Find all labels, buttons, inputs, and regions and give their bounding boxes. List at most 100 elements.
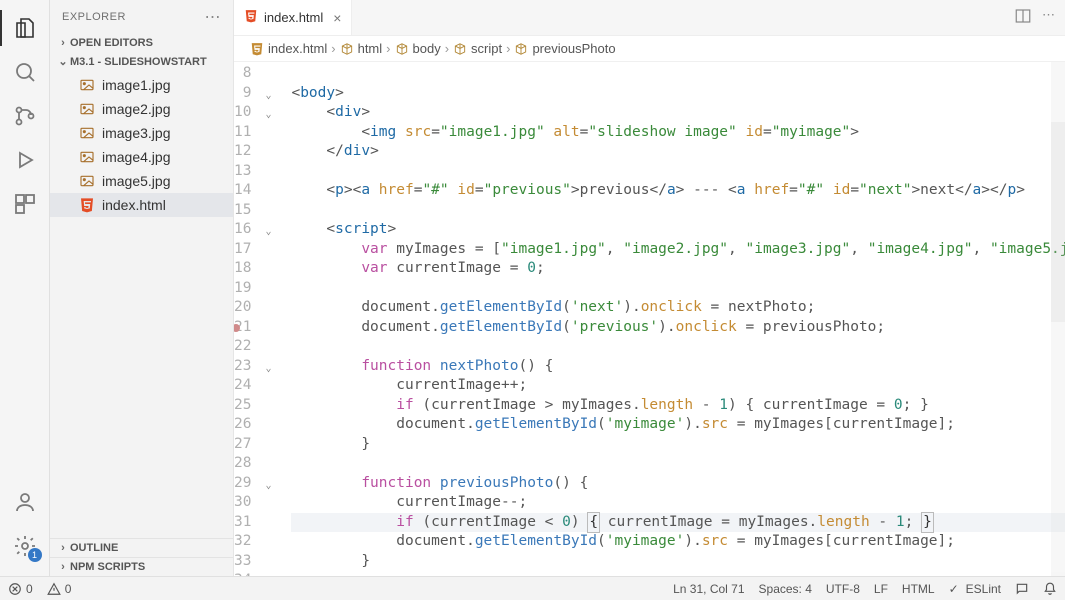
breadcrumb-item[interactable]: index.html	[250, 41, 327, 56]
code-line[interactable]: document.getElementById('previous').oncl…	[291, 318, 1065, 338]
code-line[interactable]: <script>	[291, 220, 1065, 240]
chevron-right-icon: ›	[56, 542, 70, 554]
status-bell-icon[interactable]	[1043, 582, 1057, 596]
source-control-icon[interactable]	[0, 94, 50, 138]
breadcrumb-item[interactable]: previousPhoto	[514, 41, 615, 56]
image-file-icon	[78, 124, 96, 142]
code-line[interactable]: }	[291, 435, 1065, 455]
accounts-icon[interactable]	[0, 480, 50, 524]
breadcrumb-item[interactable]: body	[395, 41, 441, 56]
code-line[interactable]: <body>	[291, 84, 1065, 104]
code-line[interactable]: currentImage++;	[291, 376, 1065, 396]
file-label: image3.jpg	[102, 125, 171, 141]
tab-bar: index.html × ⋯	[234, 0, 1065, 36]
status-indentation[interactable]: Spaces: 4	[759, 582, 812, 596]
code-editor[interactable]: 89⌄10⌄111213141516⌄17181920212223⌄242526…	[234, 62, 1065, 576]
minimap[interactable]	[1051, 62, 1065, 576]
run-debug-icon[interactable]	[0, 138, 50, 182]
symbol-icon	[514, 42, 528, 56]
extensions-icon[interactable]	[0, 182, 50, 226]
file-item[interactable]: image5.jpg	[50, 169, 233, 193]
code-line[interactable]: <p><a href="#" id="previous">previous</a…	[291, 181, 1065, 201]
html-file-icon	[78, 196, 96, 214]
code-line[interactable]: document.getElementById('myimage').src =…	[291, 415, 1065, 435]
breadcrumb-label: previousPhoto	[532, 41, 615, 56]
more-actions-icon[interactable]: ⋯	[1042, 7, 1055, 28]
code-line[interactable]: if (currentImage < 0) { currentImage = m…	[291, 513, 1065, 533]
code-line[interactable]	[291, 64, 1065, 84]
status-warnings[interactable]: 0	[47, 582, 72, 596]
status-feedback-icon[interactable]	[1015, 582, 1029, 596]
editor-area: index.html × ⋯ index.html›html›body›scri…	[234, 0, 1065, 576]
settings-gear-icon[interactable]: 1	[0, 524, 50, 568]
file-label: image4.jpg	[102, 149, 171, 165]
breadcrumb-label: html	[358, 41, 383, 56]
code-line[interactable]	[291, 337, 1065, 357]
code-line[interactable]: currentImage--;	[291, 493, 1065, 513]
search-icon[interactable]	[0, 50, 50, 94]
html-file-icon	[250, 42, 264, 56]
image-file-icon	[78, 76, 96, 94]
breadcrumb-label: body	[413, 41, 441, 56]
file-item[interactable]: image1.jpg	[50, 73, 233, 97]
settings-badge: 1	[28, 548, 42, 562]
sidebar-more-icon[interactable]: ⋯	[205, 7, 222, 27]
npm-scripts-label: NPM SCRIPTS	[70, 561, 145, 573]
file-label: index.html	[102, 197, 166, 213]
chevron-right-icon: ›	[56, 561, 70, 573]
code-line[interactable]	[291, 279, 1065, 299]
explorer-icon[interactable]	[0, 6, 50, 50]
status-errors[interactable]: 0	[8, 582, 33, 596]
close-icon[interactable]: ×	[333, 10, 341, 26]
outline-section[interactable]: › OUTLINE	[50, 538, 233, 557]
chevron-right-icon: ›	[445, 41, 449, 56]
code-line[interactable]: <div>	[291, 103, 1065, 123]
code-line[interactable]: }	[291, 552, 1065, 572]
symbol-icon	[340, 42, 354, 56]
npm-scripts-section[interactable]: › NPM SCRIPTS	[50, 557, 233, 576]
file-label: image1.jpg	[102, 77, 171, 93]
folder-section[interactable]: ⌄ M3.1 - SLIDESHOWSTART	[50, 52, 233, 71]
file-item[interactable]: image4.jpg	[50, 145, 233, 169]
file-item[interactable]: index.html	[50, 193, 233, 217]
file-item[interactable]: image3.jpg	[50, 121, 233, 145]
status-bar: 0 0 Ln 31, Col 71 Spaces: 4 UTF-8 LF HTM…	[0, 576, 1065, 600]
code-line[interactable]	[291, 201, 1065, 221]
code-line[interactable]: if (currentImage > myImages.length - 1) …	[291, 396, 1065, 416]
code-line[interactable]: document.getElementById('next').onclick …	[291, 298, 1065, 318]
open-editors-section[interactable]: › OPEN EDITORS	[50, 34, 233, 52]
code-line[interactable]: var currentImage = 0;	[291, 259, 1065, 279]
status-eslint[interactable]: ESLint	[949, 582, 1001, 596]
sidebar-title: EXPLORER	[62, 11, 126, 23]
breadcrumb-item[interactable]: html	[340, 41, 383, 56]
chevron-right-icon: ›	[331, 41, 335, 56]
code-line[interactable]	[291, 571, 1065, 576]
breadcrumb-item[interactable]: script	[453, 41, 502, 56]
code-line[interactable]: </div>	[291, 142, 1065, 162]
tab-index-html[interactable]: index.html ×	[234, 0, 352, 35]
explorer-sidebar: EXPLORER ⋯ › OPEN EDITORS ⌄ M3.1 - SLIDE…	[50, 0, 234, 576]
breadcrumb-label: script	[471, 41, 502, 56]
code-line[interactable]: function nextPhoto() {	[291, 357, 1065, 377]
status-eol[interactable]: LF	[874, 582, 888, 596]
file-label: image2.jpg	[102, 101, 171, 117]
split-editor-icon[interactable]	[1014, 7, 1032, 28]
chevron-right-icon: ›	[386, 41, 390, 56]
status-cursor-position[interactable]: Ln 31, Col 71	[673, 582, 744, 596]
outline-label: OUTLINE	[70, 542, 118, 554]
code-line[interactable]: <img src="image1.jpg" alt="slideshow ima…	[291, 123, 1065, 143]
image-file-icon	[78, 172, 96, 190]
code-line[interactable]: document.getElementById('myimage').src =…	[291, 532, 1065, 552]
code-line[interactable]: var myImages = ["image1.jpg", "image2.jp…	[291, 240, 1065, 260]
file-item[interactable]: image2.jpg	[50, 97, 233, 121]
file-tree: image1.jpg image2.jpg image3.jpg image4.jpg…	[50, 71, 233, 538]
chevron-right-icon: ›	[506, 41, 510, 56]
code-line[interactable]	[291, 454, 1065, 474]
symbol-icon	[395, 42, 409, 56]
status-language[interactable]: HTML	[902, 582, 935, 596]
status-encoding[interactable]: UTF-8	[826, 582, 860, 596]
code-line[interactable]: function previousPhoto() {	[291, 474, 1065, 494]
open-editors-label: OPEN EDITORS	[70, 37, 153, 49]
code-line[interactable]	[291, 162, 1065, 182]
breakpoint-icon[interactable]	[234, 324, 240, 332]
